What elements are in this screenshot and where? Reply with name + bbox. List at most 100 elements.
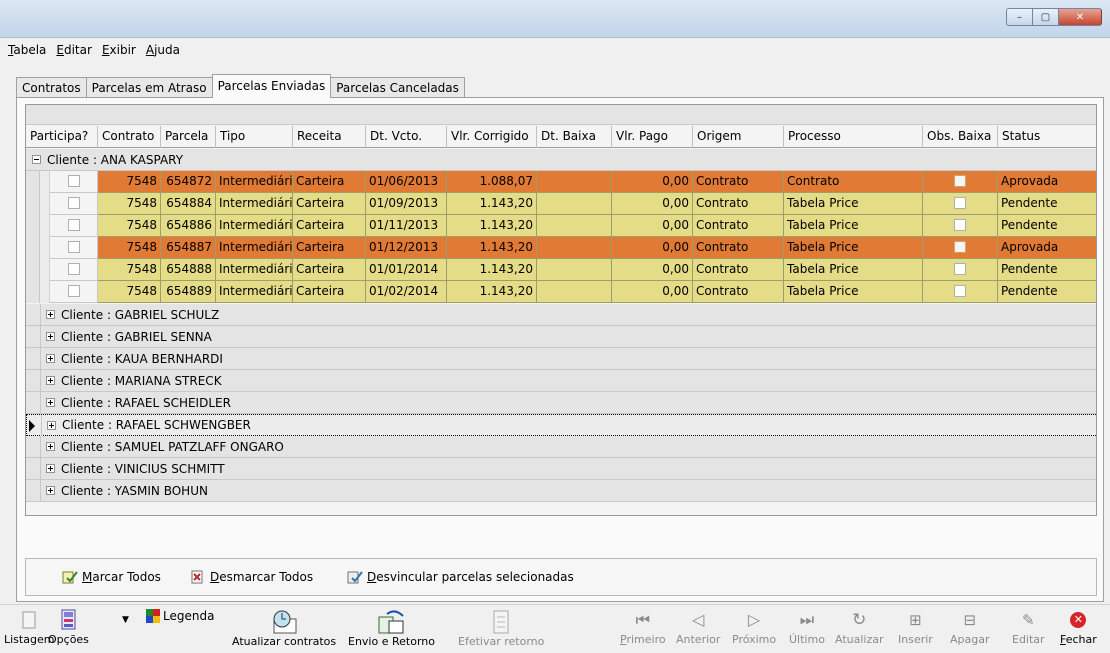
col-dt-baixa[interactable]: Dt. Baixa — [537, 126, 612, 148]
cell-parcela[interactable]: 654888 — [161, 259, 216, 281]
cell-status[interactable]: Aprovada — [998, 237, 1096, 259]
cell-processo[interactable]: Tabela Price — [784, 193, 923, 215]
group-row[interactable]: Cliente : VINICIUS SCHMITT — [26, 458, 1096, 480]
cell-processo[interactable]: Tabela Price — [784, 281, 923, 303]
group-row[interactable]: Cliente : KAUA BERNHARDI — [26, 348, 1096, 370]
cell-vlr-corrigido[interactable]: 1.143,20 — [447, 237, 537, 259]
col-parcela[interactable]: Parcela — [161, 126, 216, 148]
participa-checkbox[interactable] — [67, 240, 80, 253]
participa-checkbox[interactable] — [67, 218, 80, 231]
cell-receita[interactable]: Carteira — [293, 215, 366, 237]
cell-tipo[interactable]: Intermediári — [216, 171, 293, 193]
obs-baixa-checkbox[interactable] — [954, 174, 966, 187]
atualizar-contratos-button[interactable]: Atualizar contratos — [232, 609, 336, 648]
cell-receita[interactable]: Carteira — [293, 281, 366, 303]
cell-parcela[interactable]: 654887 — [161, 237, 216, 259]
cell-tipo[interactable]: Intermediári — [216, 281, 293, 303]
cell-dt-vcto[interactable]: 01/11/2013 — [366, 215, 447, 237]
maximize-button[interactable]: ▢ — [1032, 8, 1058, 26]
col-obs-baixa[interactable]: Obs. Baixa — [923, 126, 998, 148]
col-status[interactable]: Status — [998, 126, 1096, 148]
opcoes-button[interactable]: Opções — [48, 609, 89, 646]
menu-tabela[interactable]: Tabela — [8, 43, 46, 57]
ultimo-button[interactable]: ⏭ Último — [789, 609, 825, 646]
cell-vlr-corrigido[interactable]: 1.143,20 — [447, 281, 537, 303]
cell-status[interactable]: Pendente — [998, 193, 1096, 215]
cell-parcela[interactable]: 654872 — [161, 171, 216, 193]
group-row[interactable]: Cliente : YASMIN BOHUN — [26, 480, 1096, 502]
cell-contrato[interactable]: 7548 — [98, 171, 161, 193]
cell-dt-vcto[interactable]: 01/02/2014 — [366, 281, 447, 303]
obs-baixa-checkbox[interactable] — [954, 240, 966, 253]
cell-status[interactable]: Pendente — [998, 281, 1096, 303]
table-row[interactable]: 7548 654889 Intermediári Carteira 01/02/2014… — [26, 281, 1096, 303]
cell-receita[interactable]: Carteira — [293, 259, 366, 281]
expand-icon[interactable] — [46, 486, 55, 495]
cell-origem[interactable]: Contrato — [693, 237, 784, 259]
cell-parcela[interactable]: 654889 — [161, 281, 216, 303]
minimize-button[interactable]: – — [1006, 8, 1032, 26]
cell-contrato[interactable]: 7548 — [98, 215, 161, 237]
cell-vlr-pago[interactable]: 0,00 — [612, 237, 693, 259]
primeiro-button[interactable]: ⏮ Primeiro — [620, 609, 666, 646]
obs-baixa-checkbox[interactable] — [954, 262, 966, 275]
cell-origem[interactable]: Contrato — [693, 193, 784, 215]
apagar-button[interactable]: ⊟ Apagar — [950, 609, 990, 646]
parcelas-grid[interactable]: Participa? Contrato Parcela Tipo Receita… — [25, 104, 1097, 516]
group-row-expanded[interactable]: Cliente : ANA KASPARY — [26, 149, 1096, 171]
desvincular-button[interactable]: Desvincular parcelas selecionadas — [347, 570, 574, 584]
cell-status[interactable]: Pendente — [998, 259, 1096, 281]
cell-dt-vcto[interactable]: 01/12/2013 — [366, 237, 447, 259]
cell-contrato[interactable]: 7548 — [98, 237, 161, 259]
expand-icon[interactable] — [46, 442, 55, 451]
cell-tipo[interactable]: Intermediári — [216, 193, 293, 215]
cell-dt-vcto[interactable]: 01/09/2013 — [366, 193, 447, 215]
expand-icon[interactable] — [46, 332, 55, 341]
cell-dt-vcto[interactable]: 01/01/2014 — [366, 259, 447, 281]
cell-vlr-corrigido[interactable]: 1.143,20 — [447, 215, 537, 237]
obs-baixa-checkbox[interactable] — [954, 218, 966, 231]
cell-vlr-pago[interactable]: 0,00 — [612, 193, 693, 215]
col-dt-vcto[interactable]: Dt. Vcto. — [366, 126, 447, 148]
expand-icon[interactable] — [47, 420, 56, 430]
col-tipo[interactable]: Tipo — [216, 126, 293, 148]
cell-origem[interactable]: Contrato — [693, 259, 784, 281]
cell-vlr-corrigido[interactable]: 1.143,20 — [447, 259, 537, 281]
col-origem[interactable]: Origem — [693, 126, 784, 148]
participa-checkbox[interactable] — [67, 174, 80, 187]
cell-dt-baixa[interactable] — [537, 237, 612, 259]
cell-vlr-pago[interactable]: 0,00 — [612, 259, 693, 281]
cell-origem[interactable]: Contrato — [693, 171, 784, 193]
cell-dt-baixa[interactable] — [537, 171, 612, 193]
tab-contratos[interactable]: Contratos — [16, 77, 87, 98]
obs-baixa-checkbox[interactable] — [954, 284, 966, 297]
cell-parcela[interactable]: 654884 — [161, 193, 216, 215]
legenda-button[interactable]: Legenda — [146, 609, 214, 623]
desmarcar-todos-button[interactable]: Desmarcar Todos — [190, 570, 313, 584]
proximo-button[interactable]: ▷ Próximo — [732, 609, 776, 646]
cell-dt-baixa[interactable] — [537, 259, 612, 281]
efetivar-retorno-button[interactable]: Efetivar retorno — [458, 609, 544, 648]
cell-processo[interactable]: Contrato — [784, 171, 923, 193]
cell-vlr-corrigido[interactable]: 1.143,20 — [447, 193, 537, 215]
group-row[interactable]: Cliente : GABRIEL SENNA — [26, 326, 1096, 348]
expand-icon[interactable] — [46, 376, 55, 385]
group-row[interactable]: Cliente : RAFAEL SCHEIDLER — [26, 392, 1096, 414]
obs-baixa-checkbox[interactable] — [954, 196, 966, 209]
participa-checkbox[interactable] — [67, 284, 80, 297]
listagem-button[interactable]: Listagem — [4, 609, 54, 646]
cell-receita[interactable]: Carteira — [293, 193, 366, 215]
cell-receita[interactable]: Carteira — [293, 237, 366, 259]
cell-contrato[interactable]: 7548 — [98, 259, 161, 281]
cell-processo[interactable]: Tabela Price — [784, 259, 923, 281]
group-row[interactable]: Cliente : SAMUEL PATZLAFF ONGARO — [26, 436, 1096, 458]
col-processo[interactable]: Processo — [784, 126, 923, 148]
fechar-button[interactable]: ✕ Fechar — [1060, 609, 1097, 646]
cell-dt-baixa[interactable] — [537, 281, 612, 303]
close-window-button[interactable]: ✕ — [1058, 8, 1102, 26]
atualizar-button[interactable]: ↻ Atualizar — [835, 609, 884, 646]
tab-parcelas-enviadas[interactable]: Parcelas Enviadas — [211, 74, 332, 98]
table-row[interactable]: 7548 654886 Intermediári Carteira 01/11/2013… — [26, 215, 1096, 237]
cell-tipo[interactable]: Intermediári — [216, 259, 293, 281]
col-vlr-corrigido[interactable]: Vlr. Corrigido — [447, 126, 537, 148]
